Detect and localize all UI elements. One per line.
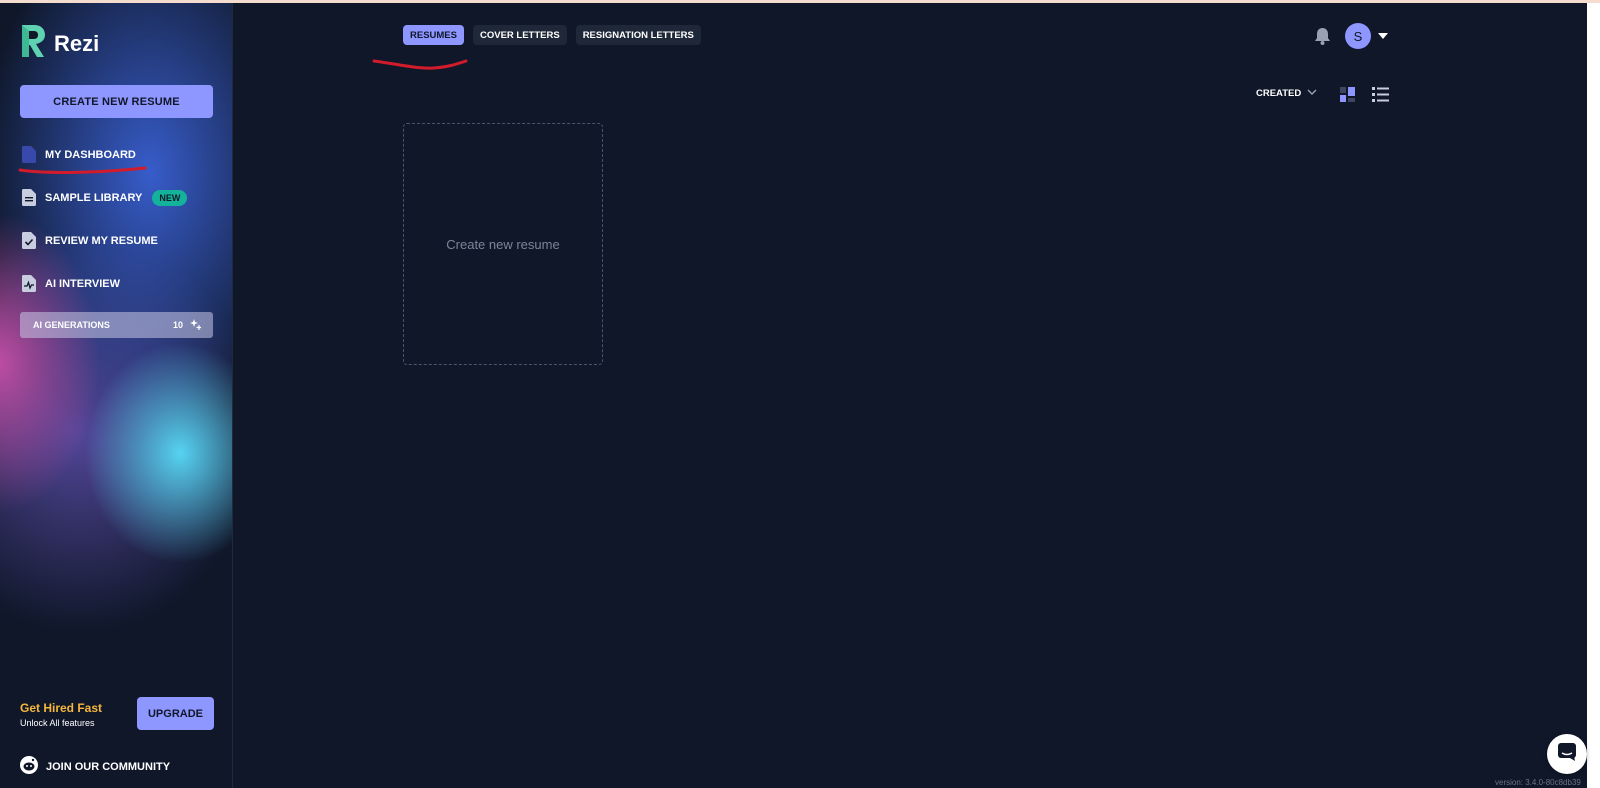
window-edge xyxy=(1587,3,1600,788)
sidebar-item-ai-interview[interactable]: AI INTERVIEW xyxy=(22,275,120,292)
top-border xyxy=(0,0,1600,3)
chat-support-button[interactable] xyxy=(1547,734,1587,774)
bell-icon[interactable] xyxy=(1314,27,1331,50)
sparkle-plus-icon xyxy=(190,318,201,332)
document-type-tabs: RESUMES COVER LETTERS RESIGNATION LETTER… xyxy=(403,25,701,45)
tab-cover-letters[interactable]: COVER LETTERS xyxy=(472,25,567,45)
sidebar-item-review-my-resume[interactable]: REVIEW MY RESUME xyxy=(22,232,158,249)
document-icon xyxy=(22,146,36,163)
tab-resignation-letters[interactable]: RESIGNATION LETTERS xyxy=(575,25,701,45)
avatar[interactable]: S xyxy=(1345,23,1371,49)
sidebar-item-label: AI INTERVIEW xyxy=(45,277,120,290)
create-new-resume-button[interactable]: CREATE NEW RESUME xyxy=(20,85,213,118)
sidebar-item-sample-library[interactable]: SAMPLE LIBRARY NEW xyxy=(22,189,188,206)
ai-generations-label: AI GENERATIONS xyxy=(33,320,110,330)
file-pulse-icon xyxy=(22,275,36,292)
list-view-icon[interactable] xyxy=(1372,87,1389,107)
create-new-resume-card[interactable]: Create new resume xyxy=(403,123,603,365)
logo[interactable]: Rezi xyxy=(20,23,99,64)
red-annotation-underline xyxy=(372,59,468,70)
sidebar-item-label: MY DASHBOARD xyxy=(45,148,136,161)
chevron-down-icon xyxy=(1307,88,1317,99)
reddit-icon xyxy=(20,756,38,777)
sidebar-item-label: REVIEW MY RESUME xyxy=(45,234,158,247)
promo-subtitle: Unlock All features xyxy=(20,718,95,728)
new-badge: NEW xyxy=(152,189,188,206)
sort-label: CREATED xyxy=(1256,88,1302,99)
promo-title: Get Hired Fast xyxy=(20,701,103,715)
ai-generations-count: 10 xyxy=(172,320,183,330)
sidebar-item-label: SAMPLE LIBRARY xyxy=(45,191,143,204)
rezi-logo-icon xyxy=(20,23,46,64)
chat-icon xyxy=(1557,742,1577,767)
version-label: version: 3.4.0-80c8db39 xyxy=(1495,778,1581,787)
sort-dropdown[interactable]: CREATED xyxy=(1256,88,1317,99)
app-name: Rezi xyxy=(54,30,100,56)
tab-resumes[interactable]: RESUMES xyxy=(403,25,464,45)
grid-view-icon[interactable] xyxy=(1340,87,1355,107)
upgrade-button[interactable]: UPGRADE xyxy=(137,697,214,730)
ai-generations-counter[interactable]: AI GENERATIONS 10 xyxy=(20,312,213,338)
sidebar-item-my-dashboard[interactable]: MY DASHBOARD xyxy=(22,146,136,163)
chevron-down-icon[interactable] xyxy=(1378,33,1388,39)
join-community-link[interactable]: JOIN OUR COMMUNITY xyxy=(20,756,170,777)
file-lines-icon xyxy=(22,189,36,206)
sidebar: Rezi CREATE NEW RESUME MY DASHBOARD SAMP… xyxy=(0,3,233,788)
file-check-icon xyxy=(22,232,36,249)
create-card-label: Create new resume xyxy=(446,236,560,252)
community-label: JOIN OUR COMMUNITY xyxy=(46,760,171,773)
